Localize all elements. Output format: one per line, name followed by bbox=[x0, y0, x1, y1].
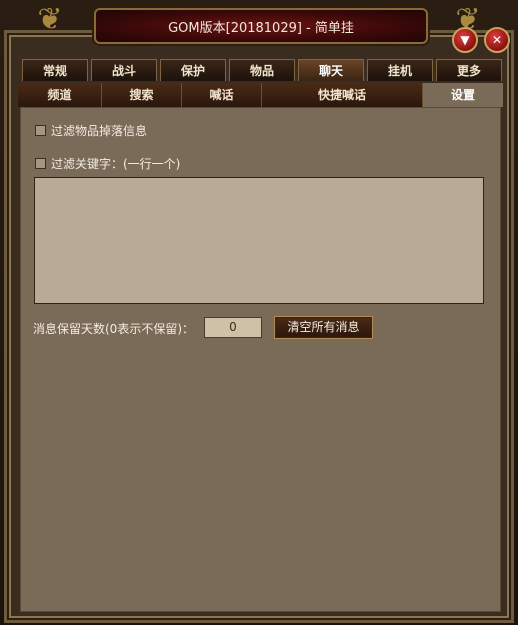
chevron-down-icon: ▼ bbox=[460, 33, 470, 47]
filter-keywords-row: 过滤关键字：(一行一个) bbox=[35, 155, 180, 171]
close-icon: ✕ bbox=[491, 33, 503, 47]
filter-keywords-label: 过滤关键字：(一行一个) bbox=[51, 156, 181, 171]
sub-tabs: 频道 搜索 喊话 快捷喊话 设置 bbox=[18, 83, 503, 107]
subtab-shout[interactable]: 喊话 bbox=[182, 83, 262, 107]
clear-all-messages-button[interactable]: 清空所有消息 bbox=[274, 316, 373, 339]
close-button[interactable]: ✕ bbox=[484, 27, 510, 53]
filter-drop-checkbox[interactable] bbox=[35, 124, 46, 136]
tab-chat[interactable]: 聊天 bbox=[298, 59, 364, 81]
subtab-quick-shout[interactable]: 快捷喊话 bbox=[262, 83, 423, 107]
retention-days-input[interactable]: 0 bbox=[204, 317, 262, 338]
subtab-channel[interactable]: 频道 bbox=[18, 83, 102, 107]
tab-more[interactable]: 更多 bbox=[436, 59, 502, 81]
dropdown-button[interactable]: ▼ bbox=[452, 27, 478, 53]
window-title: GOM版本[20181029] - 简单挂 bbox=[168, 21, 354, 36]
subtab-search[interactable]: 搜索 bbox=[102, 83, 182, 107]
settings-panel: 过滤物品掉落信息 过滤关键字：(一行一个) 消息保留天数(0表示不保留)： 0 … bbox=[20, 107, 501, 612]
subtab-settings[interactable]: 设置 bbox=[423, 83, 503, 107]
filter-drop-label: 过滤物品掉落信息 bbox=[51, 123, 148, 138]
tab-battle[interactable]: 战斗 bbox=[91, 59, 157, 81]
window-frame: ❦ ❦ GOM版本[20181029] - 简单挂 ▼ ✕ 常规 战斗 保护 物… bbox=[0, 0, 518, 625]
tab-general[interactable]: 常规 bbox=[22, 59, 88, 81]
tab-protect[interactable]: 保护 bbox=[160, 59, 226, 81]
filter-keywords-checkbox[interactable] bbox=[35, 157, 46, 169]
tab-items[interactable]: 物品 bbox=[229, 59, 295, 81]
filter-drop-row: 过滤物品掉落信息 bbox=[35, 122, 147, 138]
keywords-textarea[interactable] bbox=[34, 177, 484, 304]
retention-days-label: 消息保留天数(0表示不保留)： bbox=[33, 322, 194, 336]
title-bar[interactable]: GOM版本[20181029] - 简单挂 bbox=[94, 8, 428, 44]
tab-auto[interactable]: 挂机 bbox=[367, 59, 433, 81]
dragon-ornament-icon: ❦ bbox=[37, 2, 63, 37]
main-tabs: 常规 战斗 保护 物品 聊天 挂机 更多 bbox=[22, 59, 502, 81]
